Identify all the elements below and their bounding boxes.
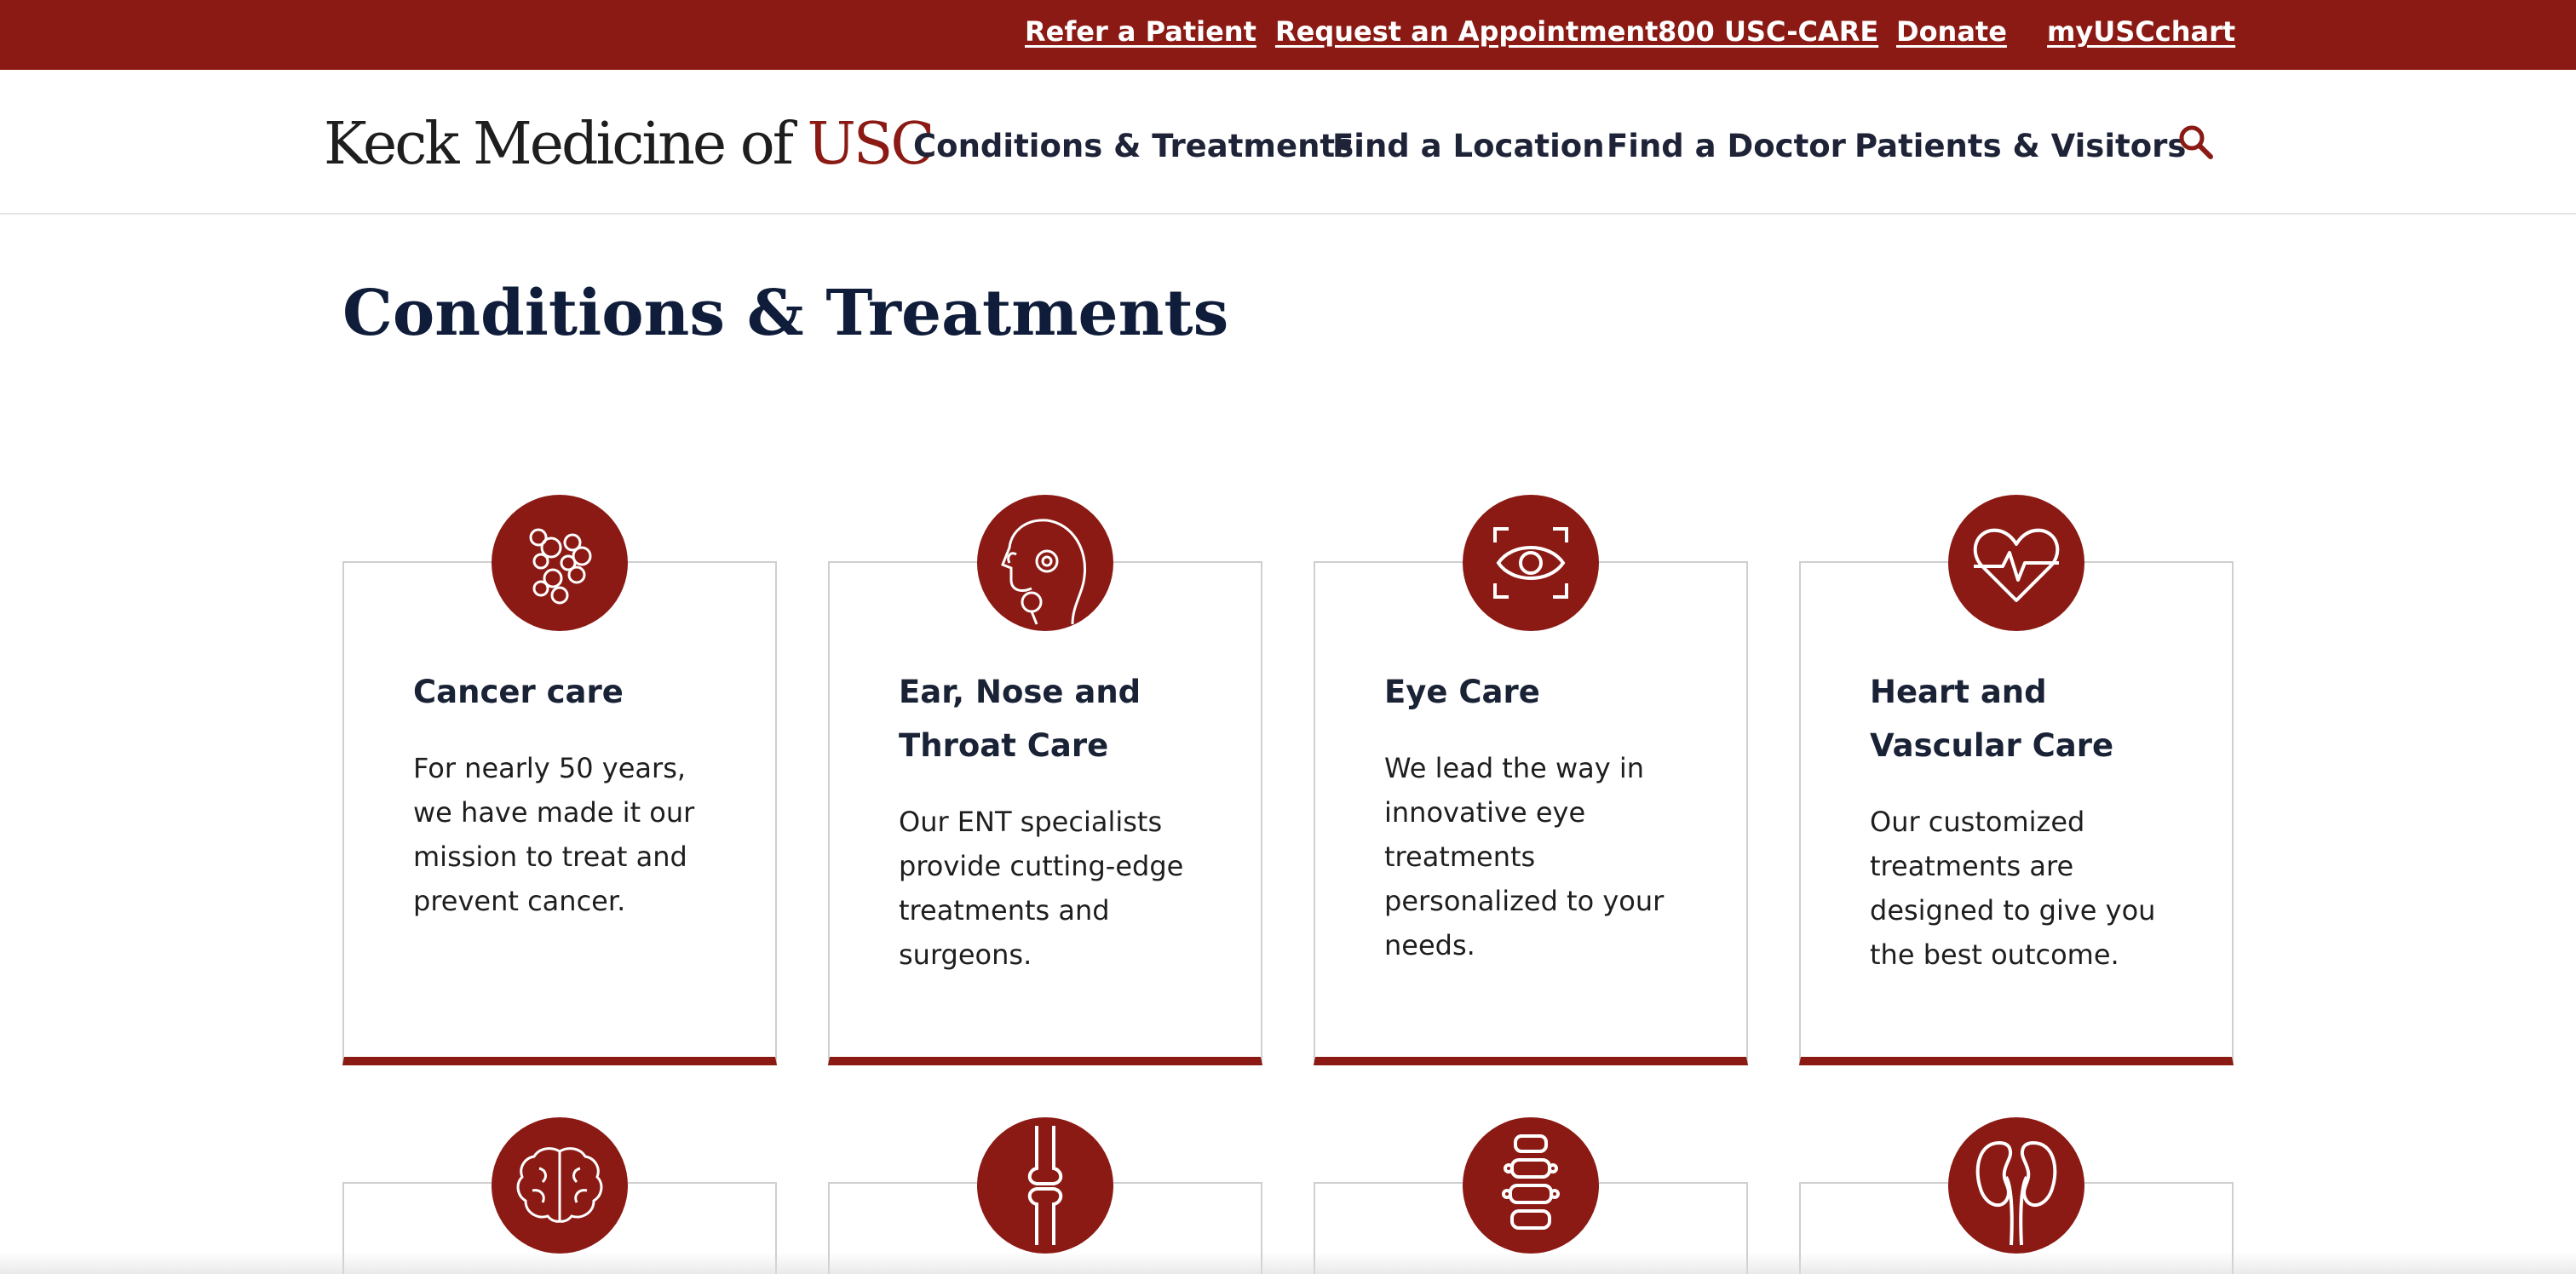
page: Refer a Patient Request an Appointment 8… [0, 0, 2576, 1274]
utility-bar: Refer a Patient Request an Appointment 8… [0, 0, 2576, 70]
spine-icon [1502, 1134, 1560, 1230]
nav-conditions-treatments[interactable]: Conditions & Treatments [913, 128, 1354, 164]
card-eye-care[interactable]: Eye Care We lead the way in innovative e… [1314, 561, 1748, 1065]
cells-icon [529, 528, 592, 605]
nav-find-location[interactable]: Find a Location [1332, 128, 1605, 164]
logo-prefix: Keck Medicine of [324, 111, 808, 178]
spine-icon-badge [1463, 1117, 1599, 1254]
page-title: Conditions & Treatments [342, 277, 1229, 350]
main-header: Keck Medicine of USC Conditions & Treatm… [0, 70, 2576, 215]
heart-icon-badge [1948, 495, 2084, 631]
card-title: Heart and Vascular Care [1870, 674, 2114, 764]
heart-pulse-icon [1973, 528, 2060, 602]
card-description: Our customized treatments are designed t… [1870, 806, 2156, 971]
card-cancer-care[interactable]: Cancer care For nearly 50 years, we have… [342, 561, 777, 1065]
myuscchart-link[interactable]: myUSCchart [2047, 15, 2235, 48]
ent-icon-badge [977, 495, 1113, 631]
card-title: Ear, Nose and Throat Care [899, 674, 1141, 764]
joint-icon-badge [977, 1117, 1113, 1254]
card-description: For nearly 50 years, we have made it our… [413, 752, 695, 917]
donate-link[interactable]: Donate [1896, 15, 2007, 48]
card-title: Eye Care [1384, 674, 1540, 710]
nav-patients-visitors[interactable]: Patients & Visitors [1854, 128, 2186, 164]
knee-joint-icon [1027, 1126, 1063, 1245]
card-description: Our ENT specialists provide cutting-edge… [899, 806, 1184, 971]
card-description: We lead the way in innovative eye treatm… [1384, 752, 1665, 961]
bottom-shadow [0, 1252, 2576, 1274]
brain-icon-badge [492, 1117, 628, 1254]
logo[interactable]: Keck Medicine of USC [324, 111, 934, 178]
nav-find-doctor[interactable]: Find a Doctor [1607, 128, 1846, 164]
search-button[interactable] [2175, 121, 2217, 164]
eye-icon [1493, 527, 1568, 599]
card-title: Cancer care [413, 674, 624, 710]
head-profile-icon [1001, 519, 1087, 625]
brain-icon [516, 1147, 603, 1223]
card-ent-care[interactable]: Ear, Nose and Throat Care Our ENT specia… [828, 561, 1262, 1065]
card-heart-vascular-care[interactable]: Heart and Vascular Care Our customized t… [1799, 561, 2234, 1065]
eye-icon-badge [1463, 495, 1599, 631]
kidneys-icon [1975, 1140, 2057, 1246]
cancer-icon-badge [492, 495, 628, 631]
phone-link[interactable]: 800 USC-CARE [1658, 15, 1878, 48]
search-icon [2179, 125, 2213, 159]
kidney-icon-badge [1948, 1117, 2084, 1254]
refer-patient-link[interactable]: Refer a Patient [1025, 15, 1256, 48]
request-appointment-link[interactable]: Request an Appointment [1275, 15, 1658, 48]
